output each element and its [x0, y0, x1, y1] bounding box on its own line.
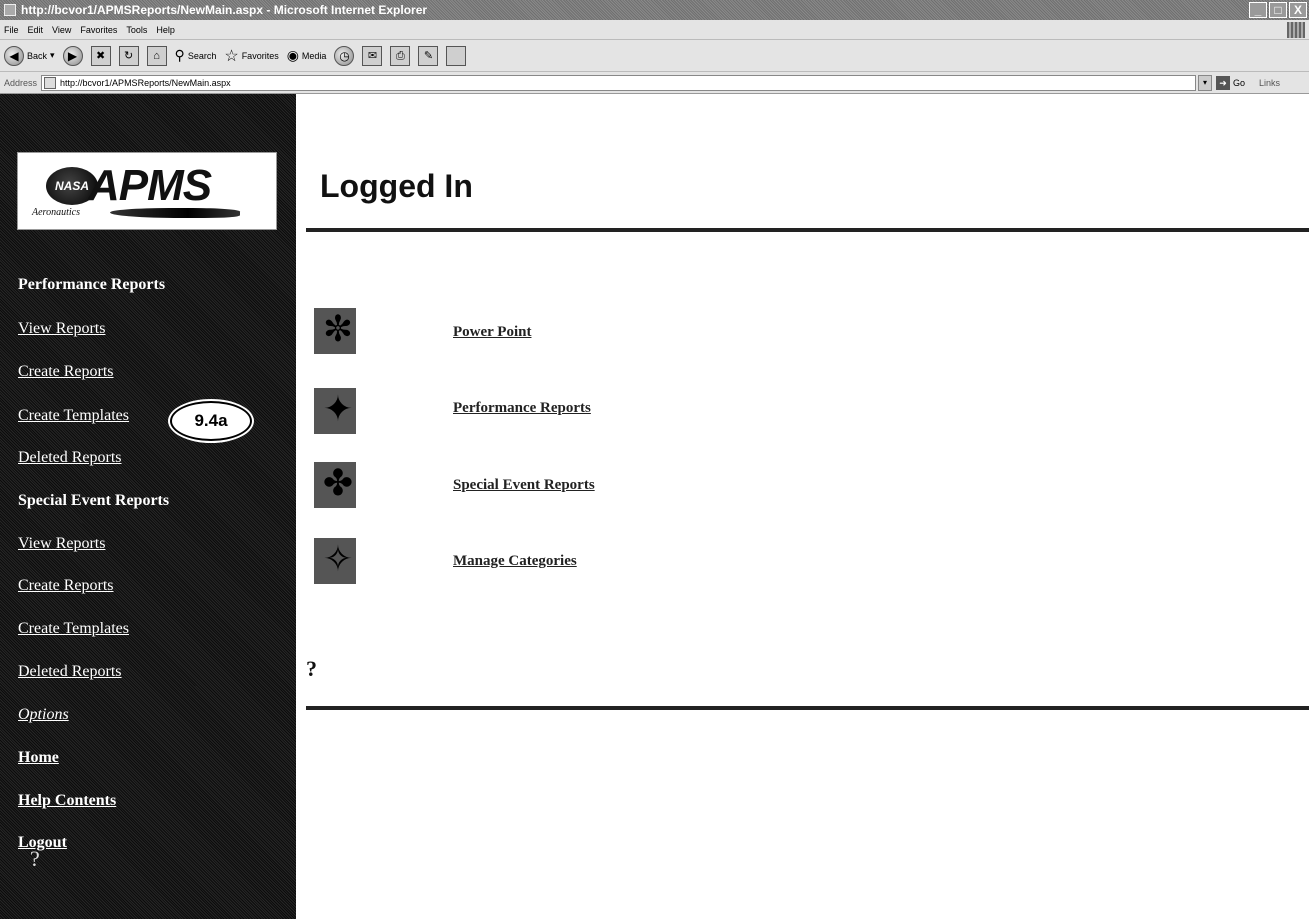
perf-view-reports-link[interactable]: View Reports [18, 320, 105, 338]
discuss-button[interactable] [446, 45, 467, 66]
title-bar: http://bcvor1/APMSReports/NewMain.aspx -… [0, 0, 1309, 20]
search-label: Search [187, 50, 217, 61]
manage-categories-icon[interactable]: ✧ [308, 532, 366, 588]
media-label: Media [301, 50, 327, 61]
logout-link[interactable]: Logout [18, 834, 67, 852]
refresh-icon: ↻ [118, 45, 139, 66]
sp-create-reports-link[interactable]: Create Reports [18, 577, 114, 595]
favorites-label: Favorites [241, 50, 279, 61]
search-button[interactable]: ⚲ Search [175, 47, 217, 64]
address-url: http://bcvor1/APMSReports/NewMain.aspx [60, 77, 231, 88]
sidebar: NASA APMS Aeronautics Performance Report… [0, 94, 296, 919]
maximize-button[interactable]: □ [1269, 2, 1287, 18]
forward-arrow-icon: ▶ [62, 45, 83, 66]
sidebar-help-icon[interactable]: ? [30, 846, 40, 872]
windows-flag-icon [1287, 22, 1305, 38]
print-button[interactable]: ⎙ [390, 45, 411, 66]
print-icon: ⎙ [390, 45, 411, 66]
wrench-figure-icon: ✼ [322, 308, 354, 349]
menu-view[interactable]: View [52, 25, 71, 35]
sp-deleted-reports-link[interactable]: Deleted Reports [18, 663, 122, 681]
go-button[interactable]: ➜ Go [1216, 75, 1246, 90]
menu-favorites[interactable]: Favorites [80, 25, 117, 35]
main-content: Logged In ✼ Power Point ✦ Performance Re… [296, 94, 1309, 919]
page-title: Logged In [320, 168, 473, 204]
bottom-divider [306, 706, 1309, 710]
media-icon: ◉ [286, 47, 299, 63]
back-arrow-icon: ◀ [4, 45, 24, 66]
menu-tools[interactable]: Tools [126, 25, 147, 35]
menu-file[interactable]: File [4, 25, 19, 35]
forward-button[interactable]: ▶ [62, 45, 83, 66]
window-controls: _ □ X [1249, 2, 1307, 18]
help-contents-link[interactable]: Help Contents [18, 792, 116, 810]
minimize-button[interactable]: _ [1249, 2, 1267, 18]
home-button[interactable]: ⌂ [146, 45, 167, 66]
special-event-reports-heading: Special Event Reports [18, 492, 170, 509]
performance-reports-icon[interactable]: ✦ [308, 382, 366, 438]
perf-deleted-reports-link[interactable]: Deleted Reports [18, 449, 122, 467]
sp-create-templates-link[interactable]: Create Templates [18, 620, 129, 638]
top-divider [306, 228, 1309, 232]
sp-view-reports-link[interactable]: View Reports [18, 535, 105, 553]
menu-edit[interactable]: Edit [28, 25, 44, 35]
address-label: Address [4, 77, 38, 88]
power-point-icon[interactable]: ✼ [308, 302, 366, 358]
megaphone-figure-icon: ✤ [322, 462, 354, 503]
close-button[interactable]: X [1289, 2, 1307, 18]
logo-script-text: Aeronautics [32, 207, 80, 218]
back-dropdown-icon[interactable]: ▾ [50, 50, 55, 61]
media-button[interactable]: ◉ Media [287, 47, 327, 64]
menu-bar: File Edit View Favorites Tools Help [0, 20, 1309, 40]
search-icon: ⚲ [174, 47, 185, 63]
stop-button[interactable]: ✖ [90, 45, 111, 66]
back-button[interactable]: ◀ Back ▾ [4, 45, 55, 66]
airplane-icon [110, 208, 240, 218]
favorites-button[interactable]: ☆ Favorites [224, 46, 278, 66]
mail-button[interactable]: ✉ [362, 45, 383, 66]
menu-help[interactable]: Help [156, 25, 175, 35]
history-icon: ◷ [334, 45, 355, 66]
callout-badge: 9.4a [170, 401, 252, 441]
runner-figure-icon: ✦ [322, 388, 354, 429]
options-link[interactable]: Options [18, 706, 69, 724]
history-button[interactable]: ◷ [334, 45, 355, 66]
stop-icon: ✖ [90, 45, 111, 66]
star-icon: ☆ [224, 47, 239, 65]
go-label: Go [1233, 77, 1246, 88]
apms-logo: NASA APMS Aeronautics [17, 152, 277, 230]
refresh-button[interactable]: ↻ [118, 45, 139, 66]
power-point-link[interactable]: Power Point [453, 324, 531, 341]
perf-create-templates-link[interactable]: Create Templates [18, 407, 129, 425]
perf-create-reports-link[interactable]: Create Reports [18, 363, 114, 381]
address-bar: Address http://bcvor1/APMSReports/NewMai… [0, 72, 1309, 94]
go-arrow-icon: ➜ [1216, 75, 1231, 90]
performance-reports-link[interactable]: Performance Reports [453, 400, 591, 417]
special-event-reports-link[interactable]: Special Event Reports [453, 477, 595, 494]
manage-categories-link[interactable]: Manage Categories [453, 553, 577, 570]
mail-icon: ✉ [362, 45, 383, 66]
page-icon [44, 76, 57, 89]
window-title: http://bcvor1/APMSReports/NewMain.aspx -… [21, 3, 428, 17]
special-event-reports-icon[interactable]: ✤ [308, 456, 366, 512]
main-help-icon[interactable]: ? [306, 656, 317, 682]
performance-reports-heading: Performance Reports [18, 276, 166, 293]
address-input[interactable]: http://bcvor1/APMSReports/NewMain.aspx [41, 74, 1197, 91]
edit-icon: ✎ [418, 45, 439, 66]
edit-button[interactable]: ✎ [418, 45, 439, 66]
globe-figure-icon: ✧ [322, 538, 354, 579]
home-icon: ⌂ [146, 45, 167, 66]
browser-toolbar: ◀ Back ▾ ▶ ✖ ↻ ⌂ ⚲ Search ☆ Favorites ◉ … [0, 40, 1309, 72]
address-dropdown-icon[interactable]: ▾ [1198, 74, 1213, 91]
apms-logo-text: APMS [88, 161, 212, 210]
discuss-icon [446, 45, 467, 66]
back-label: Back [27, 50, 48, 61]
links-button[interactable]: Links [1259, 78, 1280, 88]
home-link[interactable]: Home [18, 749, 59, 767]
ie-icon [4, 4, 16, 16]
